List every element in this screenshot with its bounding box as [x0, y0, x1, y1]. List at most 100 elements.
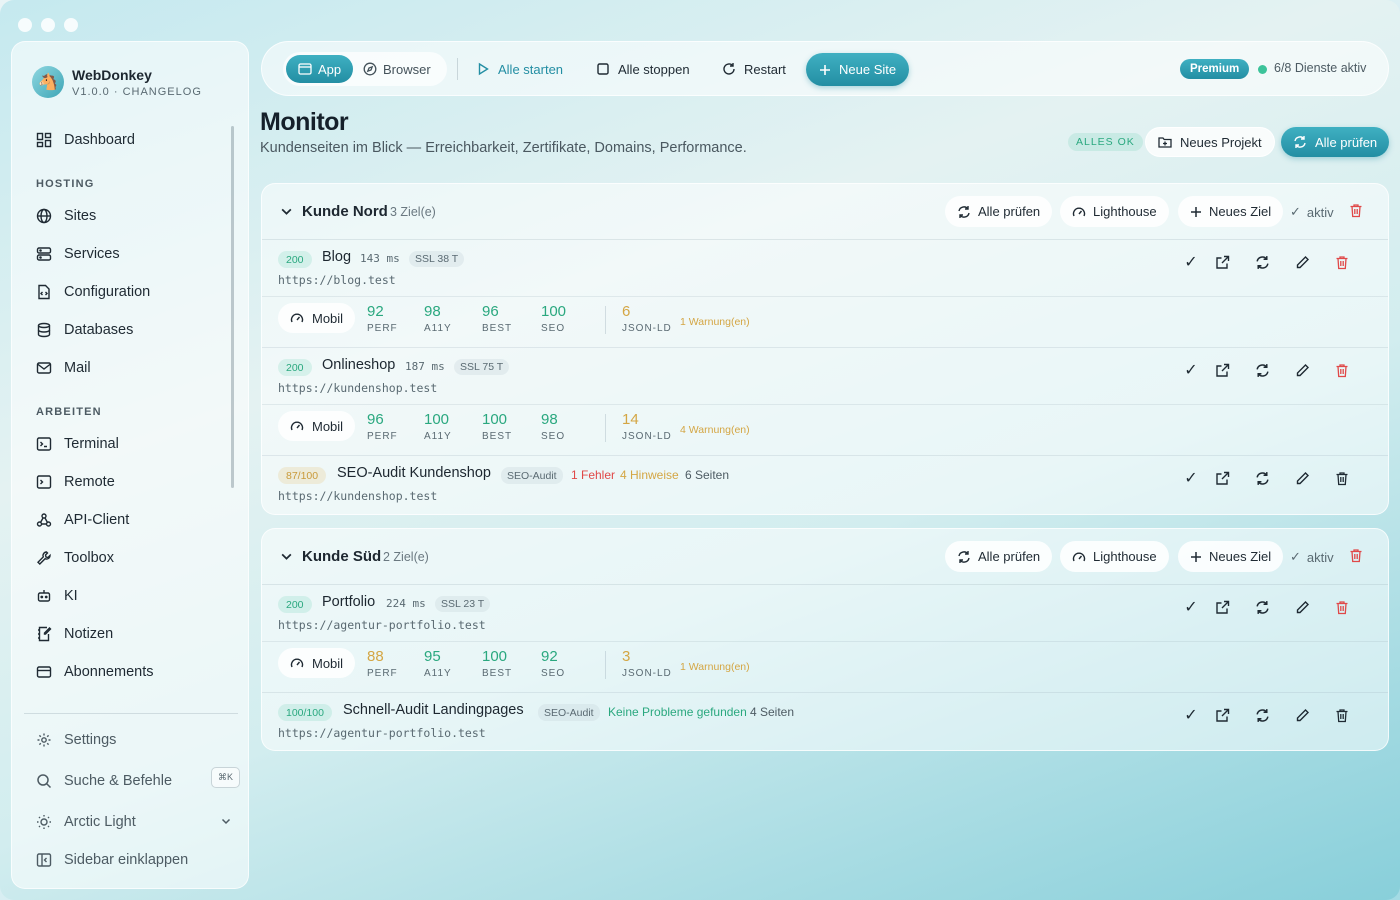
- sidebar-item-sites[interactable]: Sites: [36, 205, 96, 227]
- active-toggle[interactable]: ✓ aktiv: [1290, 549, 1334, 565]
- sidebar-item-databases[interactable]: Databases: [36, 319, 133, 341]
- group-name[interactable]: Kunde Süd: [302, 548, 381, 565]
- score-divider: [605, 414, 606, 442]
- trash-icon[interactable]: [1322, 363, 1362, 378]
- sidebar-item-ki[interactable]: KI: [36, 585, 78, 607]
- trash-icon[interactable]: [1322, 471, 1362, 486]
- sidebar-item-mail[interactable]: Mail: [36, 357, 91, 379]
- chevron-down-icon[interactable]: [280, 550, 293, 563]
- chevron-down-icon[interactable]: [280, 205, 293, 218]
- close-window-button[interactable]: [18, 18, 32, 32]
- edit-pencil-icon[interactable]: [1282, 600, 1322, 615]
- sidebar-item-settings[interactable]: Settings: [36, 729, 116, 751]
- open-external-icon[interactable]: [1202, 363, 1242, 378]
- warnings-count[interactable]: 1 Warnung(en): [680, 316, 750, 328]
- warnings-count[interactable]: 1 Warnung(en): [680, 661, 750, 673]
- gauge-icon: [290, 658, 304, 668]
- stop-all-button[interactable]: Alle stoppen: [596, 52, 690, 86]
- device-button[interactable]: Mobil: [278, 411, 356, 441]
- brand-version[interactable]: V1.0.0 · CHANGELOG: [72, 86, 202, 98]
- tab-app[interactable]: App: [286, 55, 353, 83]
- refresh-icon[interactable]: [1242, 708, 1282, 723]
- check-all-button[interactable]: Alle prüfen: [1281, 127, 1390, 157]
- edit-pencil-icon[interactable]: [1282, 471, 1322, 486]
- tab-app-label: App: [318, 61, 342, 77]
- trash-icon[interactable]: [1322, 255, 1362, 270]
- minimize-window-button[interactable]: [41, 18, 55, 32]
- rotate-icon: [723, 63, 735, 75]
- row-actions: ✓: [1180, 360, 1362, 380]
- theme-label: Arctic Light: [64, 814, 136, 830]
- edit-pencil-icon[interactable]: [1282, 255, 1322, 270]
- edit-pencil-icon[interactable]: [1282, 708, 1322, 723]
- sidebar-item-dashboard[interactable]: Dashboard: [36, 129, 135, 151]
- enabled-check-icon[interactable]: ✓: [1180, 360, 1202, 380]
- trash-icon[interactable]: [1349, 548, 1363, 563]
- refresh-icon: [1294, 136, 1306, 148]
- trash-icon[interactable]: [1322, 708, 1362, 723]
- sidebar-collapse-button[interactable]: Sidebar einklappen: [36, 849, 188, 871]
- status-badge: ALLES OK: [1068, 133, 1143, 151]
- group-check-all-button[interactable]: Alle prüfen: [945, 196, 1053, 227]
- sidebar-item-services[interactable]: Services: [36, 243, 120, 265]
- maximize-window-button[interactable]: [64, 18, 78, 32]
- refresh-icon[interactable]: [1242, 255, 1282, 270]
- refresh-icon: [958, 205, 970, 218]
- ssl-badge: SSL 75 T: [454, 359, 510, 375]
- sidebar-item-terminal[interactable]: Terminal: [36, 433, 119, 455]
- open-external-icon[interactable]: [1202, 255, 1242, 270]
- score-value: 92: [541, 648, 558, 665]
- page-title: Monitor: [260, 108, 349, 136]
- new-target-button[interactable]: Neues Ziel: [1178, 196, 1284, 227]
- sidebar-item-search[interactable]: Suche & Befehle ⌘K: [36, 767, 240, 792]
- restart-button[interactable]: Restart: [722, 52, 786, 86]
- device-button[interactable]: Mobil: [278, 303, 356, 333]
- premium-badge[interactable]: Premium: [1180, 59, 1250, 79]
- new-site-button[interactable]: Neue Site: [806, 53, 910, 86]
- score-perf: 96 PERF: [367, 411, 398, 442]
- trash-icon[interactable]: [1349, 203, 1363, 218]
- refresh-icon[interactable]: [1242, 363, 1282, 378]
- score-label: JSON-LD: [622, 323, 672, 334]
- tab-browser[interactable]: Browser: [363, 55, 431, 83]
- group-check-all-button[interactable]: Alle prüfen: [945, 541, 1053, 572]
- score-label: SEO: [541, 668, 566, 679]
- plus-icon: [820, 64, 830, 75]
- refresh-icon[interactable]: [1242, 600, 1282, 615]
- open-external-icon[interactable]: [1202, 471, 1242, 486]
- sidebar-item-abonnements[interactable]: Abonnements: [36, 661, 153, 683]
- sidebar-item-configuration[interactable]: Configuration: [36, 281, 150, 303]
- sidebar-scrollbar[interactable]: [231, 126, 234, 488]
- new-target-button[interactable]: Neues Ziel: [1178, 541, 1284, 572]
- refresh-icon[interactable]: [1242, 471, 1282, 486]
- button-label: Lighthouse: [1093, 549, 1157, 564]
- enabled-check-icon[interactable]: ✓: [1180, 705, 1202, 725]
- open-external-icon[interactable]: [1202, 708, 1242, 723]
- theme-selector[interactable]: Arctic Light: [36, 811, 232, 833]
- lighthouse-button[interactable]: Lighthouse: [1060, 196, 1169, 227]
- start-all-button[interactable]: Alle starten: [476, 52, 563, 86]
- lighthouse-button[interactable]: Lighthouse: [1060, 541, 1169, 572]
- sidebar-item-toolbox[interactable]: Toolbox: [36, 547, 114, 569]
- sidebar-item-notizen[interactable]: Notizen: [36, 623, 113, 645]
- enabled-check-icon[interactable]: ✓: [1180, 468, 1202, 488]
- open-external-icon[interactable]: [1202, 600, 1242, 615]
- sidebar-item-api-client[interactable]: API-Client: [36, 509, 129, 531]
- new-project-label: Neues Projekt: [1180, 134, 1262, 150]
- enabled-check-icon[interactable]: ✓: [1180, 597, 1202, 617]
- row-divider: [262, 404, 1388, 405]
- device-button[interactable]: Mobil: [278, 648, 356, 678]
- brand[interactable]: 🐴 WebDonkey V1.0.0 · CHANGELOG: [32, 66, 202, 98]
- enabled-check-icon[interactable]: ✓: [1180, 252, 1202, 272]
- warnings-count[interactable]: 4 Warnung(en): [680, 424, 750, 436]
- active-toggle[interactable]: ✓ aktiv: [1290, 204, 1334, 220]
- edit-pencil-icon[interactable]: [1282, 363, 1322, 378]
- group-name[interactable]: Kunde Nord: [302, 203, 388, 220]
- toolbar: App Browser Alle starten Alle stoppen Re…: [261, 41, 1389, 96]
- plus-icon: [1191, 206, 1201, 217]
- trash-icon[interactable]: [1322, 600, 1362, 615]
- page-subtitle: Kundenseiten im Blick — Erreichbarkeit, …: [260, 140, 747, 156]
- new-project-button[interactable]: Neues Projekt: [1145, 127, 1275, 157]
- check-all-label: Alle prüfen: [1315, 134, 1378, 150]
- sidebar-item-remote[interactable]: Remote: [36, 471, 115, 493]
